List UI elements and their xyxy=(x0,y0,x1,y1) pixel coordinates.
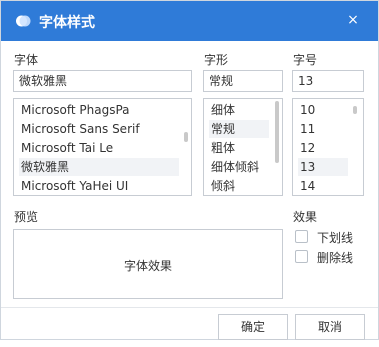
style-list-scrollbar[interactable] xyxy=(275,101,279,163)
underline-checkbox[interactable] xyxy=(295,230,308,243)
cancel-button[interactable]: 取消 xyxy=(295,314,365,340)
size-list-item[interactable]: 12 xyxy=(298,139,315,157)
font-input[interactable]: 微软雅黑 xyxy=(13,70,192,92)
size-input[interactable]: 13 xyxy=(292,70,364,92)
footer-divider xyxy=(1,307,378,308)
size-list-item[interactable]: 14 xyxy=(298,177,315,195)
strikethrough-label[interactable]: 删除线 xyxy=(317,249,353,266)
size-list[interactable]: 10 11 12 13 14 xyxy=(292,98,364,196)
font-label: 字体 xyxy=(14,53,39,67)
font-list-item[interactable]: Microsoft PhagsPa xyxy=(19,101,130,119)
preview-text: 字体效果 xyxy=(123,259,172,273)
app-icon xyxy=(16,15,31,27)
style-input[interactable]: 常规 xyxy=(203,70,283,92)
font-list-item-selected[interactable]: 微软雅黑 xyxy=(19,158,179,176)
font-list-item[interactable]: Microsoft Tai Le xyxy=(19,139,113,157)
size-list-scrollbar[interactable] xyxy=(353,106,357,114)
size-list-item[interactable]: 11 xyxy=(298,120,315,138)
size-list-item[interactable]: 10 xyxy=(298,101,315,119)
style-list-item[interactable]: 倾斜 xyxy=(209,177,235,195)
font-list-item[interactable]: Microsoft Sans Serif xyxy=(19,120,140,138)
strikethrough-checkbox[interactable] xyxy=(295,250,308,263)
title-bar[interactable]: 字体样式 × xyxy=(1,1,378,41)
style-list-item[interactable]: 粗体 xyxy=(209,139,235,157)
preview-label: 预览 xyxy=(14,210,39,224)
style-list-item-selected[interactable]: 常规 xyxy=(209,120,269,138)
effects-label: 效果 xyxy=(293,210,318,224)
font-list-item[interactable]: Microsoft YaHei UI xyxy=(19,177,128,195)
ok-button[interactable]: 确定 xyxy=(218,314,288,340)
style-label: 字形 xyxy=(204,53,229,67)
underline-label[interactable]: 下划线 xyxy=(317,229,353,246)
font-list-scrollbar[interactable] xyxy=(184,132,188,142)
style-list-item[interactable]: 细体 xyxy=(209,101,235,119)
preview-box: 字体效果 xyxy=(13,229,283,299)
style-list-item[interactable]: 细体倾斜 xyxy=(209,158,259,176)
size-list-item-selected[interactable]: 13 xyxy=(298,158,348,176)
font-style-dialog: 字体样式 × 字体 字形 字号 微软雅黑 常规 13 Microsoft Pha… xyxy=(0,0,379,340)
font-list[interactable]: Microsoft PhagsPa Microsoft Sans Serif M… xyxy=(13,98,192,196)
dialog-title: 字体样式 xyxy=(39,15,95,31)
size-label: 字号 xyxy=(293,53,318,67)
style-list[interactable]: 细体 常规 粗体 细体倾斜 倾斜 xyxy=(203,98,283,196)
close-icon[interactable]: × xyxy=(346,12,360,28)
